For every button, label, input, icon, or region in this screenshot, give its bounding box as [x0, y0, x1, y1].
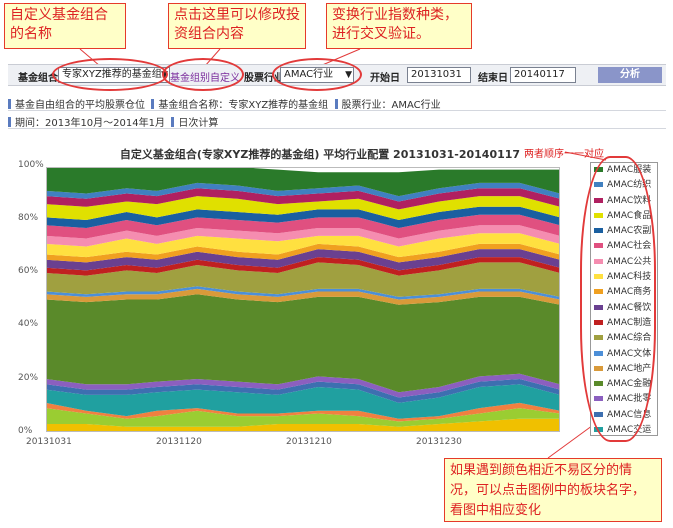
highlight-industry-select	[272, 58, 362, 91]
x-tick-3: 20131210	[286, 437, 332, 447]
highlight-custom-link	[162, 58, 244, 91]
y-tick-80: 80%	[18, 213, 39, 223]
info-line-2: 期间：2013年10月～2014年1月 日次计算	[8, 114, 218, 129]
analyze-button[interactable]: 分析	[598, 67, 662, 83]
x-tick-2: 20131120	[156, 437, 202, 447]
end-date-label: 结束日	[478, 73, 508, 84]
info-line-1: 基金自由组合的平均股票仓位 基金组合名称：专家XYZ推荐的基金组 股票行业：AM…	[8, 96, 441, 111]
y-tick-100: 100%	[18, 160, 44, 170]
y-tick-0: 0%	[18, 426, 33, 436]
highlight-portfolio-select	[52, 58, 168, 91]
end-date-input[interactable]: 20140117	[510, 67, 576, 83]
start-date-label: 开始日	[370, 73, 400, 84]
start-date-input[interactable]: 20131031	[407, 67, 471, 83]
highlight-legend	[580, 156, 656, 442]
y-tick-20: 20%	[18, 373, 39, 383]
y-tick-40: 40%	[18, 319, 39, 329]
x-tick-1: 20131031	[26, 437, 72, 447]
divider	[8, 110, 666, 111]
callout-legend-click: 如果遇到颜色相近不易区分的情况，可以点击图例中的板块名字，看图中相应变化	[444, 458, 662, 522]
y-tick-60: 60%	[18, 266, 39, 276]
chart-title: 自定义基金组合(专家XYZ推荐的基金组) 平均行业配置 20131031-201…	[119, 148, 521, 161]
divider	[8, 128, 666, 129]
stacked-area-chart[interactable]	[46, 167, 560, 432]
legend-order-hint: 两者顺序一一对应	[524, 149, 604, 160]
x-tick-4: 20131230	[416, 437, 462, 447]
